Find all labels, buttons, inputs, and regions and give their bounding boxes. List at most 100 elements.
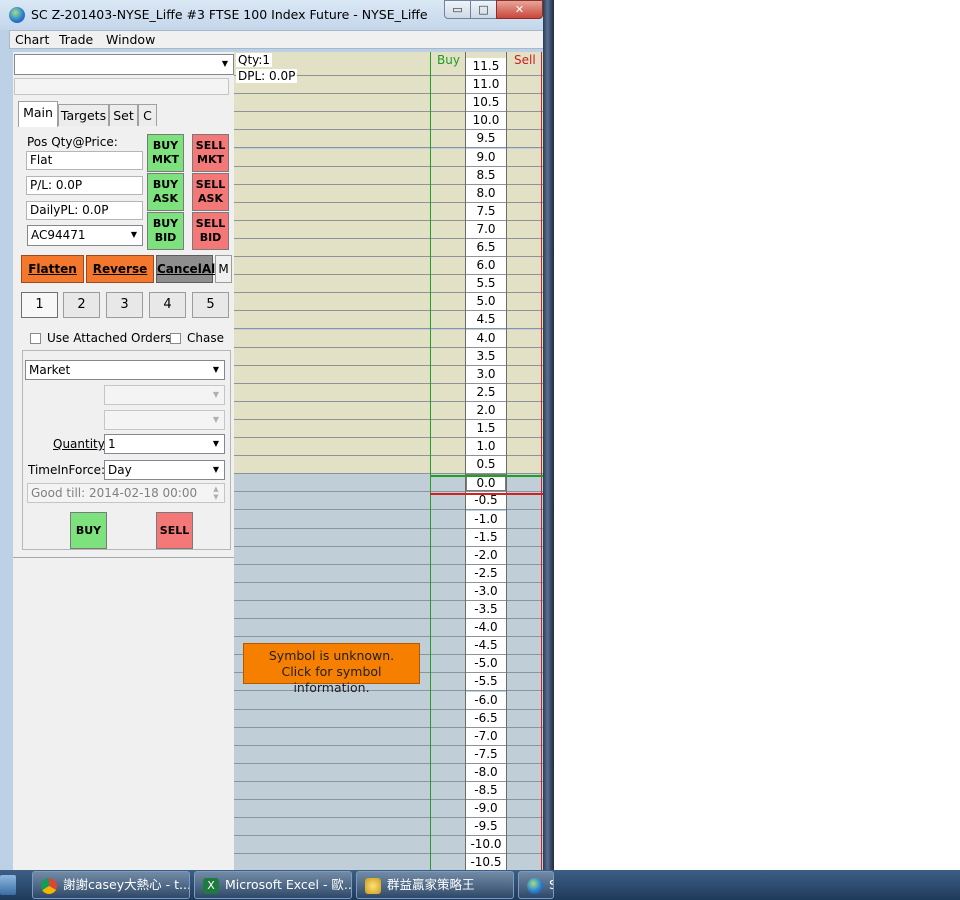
ladder-cell[interactable] xyxy=(234,492,430,509)
ladder-row[interactable]: -2.0 xyxy=(234,547,543,565)
buy-cell[interactable] xyxy=(430,221,466,238)
ladder-cell[interactable] xyxy=(234,529,430,546)
ladder-cell[interactable] xyxy=(234,420,430,437)
ladder-cell[interactable] xyxy=(234,384,430,401)
sell-cell[interactable] xyxy=(506,456,543,473)
ladder-row[interactable]: -4.0 xyxy=(234,619,543,637)
m-button[interactable]: M xyxy=(215,255,232,283)
taskbar-item-strategy[interactable]: 群益贏家策略王 xyxy=(356,871,514,899)
ladder-row[interactable]: -9.5 xyxy=(234,818,543,836)
ladder-row[interactable]: -7.0 xyxy=(234,728,543,746)
ladder-cell[interactable] xyxy=(234,583,430,600)
ladder-cell[interactable] xyxy=(234,293,430,310)
sell-cell[interactable] xyxy=(506,221,543,238)
ladder-cell[interactable] xyxy=(234,275,430,292)
ladder-cell[interactable] xyxy=(234,565,430,582)
sell-cell[interactable] xyxy=(506,746,543,763)
sell-cell[interactable] xyxy=(506,854,543,870)
qty-preset-2[interactable]: 2 xyxy=(63,292,100,318)
buy-cell[interactable] xyxy=(430,275,466,292)
sell-cell[interactable] xyxy=(506,384,543,401)
sell-cell[interactable] xyxy=(506,420,543,437)
ladder-row[interactable]: 2.5 xyxy=(234,384,543,402)
ladder-row[interactable]: -10.0 xyxy=(234,836,543,854)
ladder-row[interactable]: 4.0 xyxy=(234,330,543,348)
sell-mkt-button[interactable]: SELL MKT xyxy=(192,134,229,172)
ladder-cell[interactable] xyxy=(234,203,430,220)
ladder-row[interactable]: -3.0 xyxy=(234,583,543,601)
sell-cell[interactable] xyxy=(506,239,543,256)
sell-cell[interactable] xyxy=(506,637,543,654)
ladder-cell[interactable] xyxy=(234,257,430,274)
taskbar-item-excel[interactable]: X Microsoft Excel - 歐... xyxy=(194,871,352,899)
dropdown-arrow-icon[interactable]: ▼ xyxy=(127,227,141,244)
sell-cell[interactable] xyxy=(506,203,543,220)
dropdown-arrow-icon[interactable]: ▼ xyxy=(209,362,223,378)
ladder-cell[interactable] xyxy=(234,474,430,491)
sell-cell[interactable] xyxy=(506,438,543,455)
buy-cell[interactable] xyxy=(430,257,466,274)
order-type-select[interactable]: Market ▼ xyxy=(25,360,225,380)
ladder-cell[interactable] xyxy=(234,456,430,473)
ladder-cell[interactable] xyxy=(234,167,430,184)
menu-trade[interactable]: Trade xyxy=(59,32,93,47)
ladder-row[interactable]: 6.5 xyxy=(234,239,543,257)
buy-cell[interactable] xyxy=(430,782,466,799)
sell-cell[interactable] xyxy=(506,94,543,111)
buy-cell[interactable] xyxy=(430,673,466,690)
buy-cell[interactable] xyxy=(430,348,466,365)
ladder-row[interactable]: 1.0 xyxy=(234,438,543,456)
sell-cell[interactable] xyxy=(506,167,543,184)
qty-preset-5[interactable]: 5 xyxy=(192,292,229,318)
ladder-row[interactable]: -8.5 xyxy=(234,782,543,800)
ladder-cell[interactable] xyxy=(234,836,430,853)
sell-cell[interactable] xyxy=(506,257,543,274)
sell-cell[interactable] xyxy=(506,330,543,347)
ladder-cell[interactable] xyxy=(234,330,430,347)
price-ladder[interactable]: 11.5 11.0 10.5 10.0 9.5 9.0 8.5 8.0 7.5 7.0 6.5 6.0… xyxy=(234,52,543,870)
sell-bid-button[interactable]: SELL BID xyxy=(192,212,229,250)
buy-cell[interactable] xyxy=(430,583,466,600)
ladder-row[interactable]: -7.5 xyxy=(234,746,543,764)
sell-cell[interactable] xyxy=(506,565,543,582)
buy-cell[interactable] xyxy=(430,112,466,129)
sell-cell[interactable] xyxy=(506,311,543,328)
time-in-force-select[interactable]: Day ▼ xyxy=(104,460,225,480)
ladder-row[interactable]: 7.5 xyxy=(234,203,543,221)
buy-cell[interactable] xyxy=(430,149,466,166)
sell-cell[interactable] xyxy=(506,583,543,600)
ladder-cell[interactable] xyxy=(234,511,430,528)
flatten-button[interactable]: Flatten xyxy=(21,255,84,283)
sell-cell[interactable] xyxy=(506,547,543,564)
qty-preset-4[interactable]: 4 xyxy=(149,292,186,318)
sell-cell[interactable] xyxy=(506,185,543,202)
quantity-select[interactable]: 1 ▼ xyxy=(104,434,225,454)
qty-preset-3[interactable]: 3 xyxy=(106,292,143,318)
maximize-button[interactable]: □ xyxy=(470,0,497,19)
ladder-row[interactable]: -3.5 xyxy=(234,601,543,619)
buy-cell[interactable] xyxy=(430,438,466,455)
symbol-combo[interactable]: ▼ xyxy=(14,54,234,75)
ladder-row[interactable]: 0.5 xyxy=(234,456,543,474)
sell-cell[interactable] xyxy=(506,728,543,745)
buy-cell[interactable] xyxy=(430,800,466,817)
ladder-cell[interactable] xyxy=(234,130,430,147)
ladder-cell[interactable] xyxy=(234,348,430,365)
ladder-row[interactable]: 8.5 xyxy=(234,167,543,185)
buy-cell[interactable] xyxy=(430,167,466,184)
ladder-row[interactable]: 3.0 xyxy=(234,366,543,384)
tab-c[interactable]: C xyxy=(138,104,157,126)
buy-cell[interactable] xyxy=(430,547,466,564)
buy-cell[interactable] xyxy=(430,402,466,419)
sell-cell[interactable] xyxy=(506,764,543,781)
ladder-row[interactable]: 6.0 xyxy=(234,257,543,275)
sell-cell[interactable] xyxy=(506,673,543,690)
ladder-row[interactable]: 3.5 xyxy=(234,348,543,366)
ladder-cell[interactable] xyxy=(234,728,430,745)
buy-cell[interactable] xyxy=(430,366,466,383)
ladder-cell[interactable] xyxy=(234,764,430,781)
buy-cell[interactable] xyxy=(430,456,466,473)
buy-cell[interactable] xyxy=(430,203,466,220)
sell-cell[interactable] xyxy=(506,692,543,709)
ladder-cell[interactable] xyxy=(234,854,430,870)
